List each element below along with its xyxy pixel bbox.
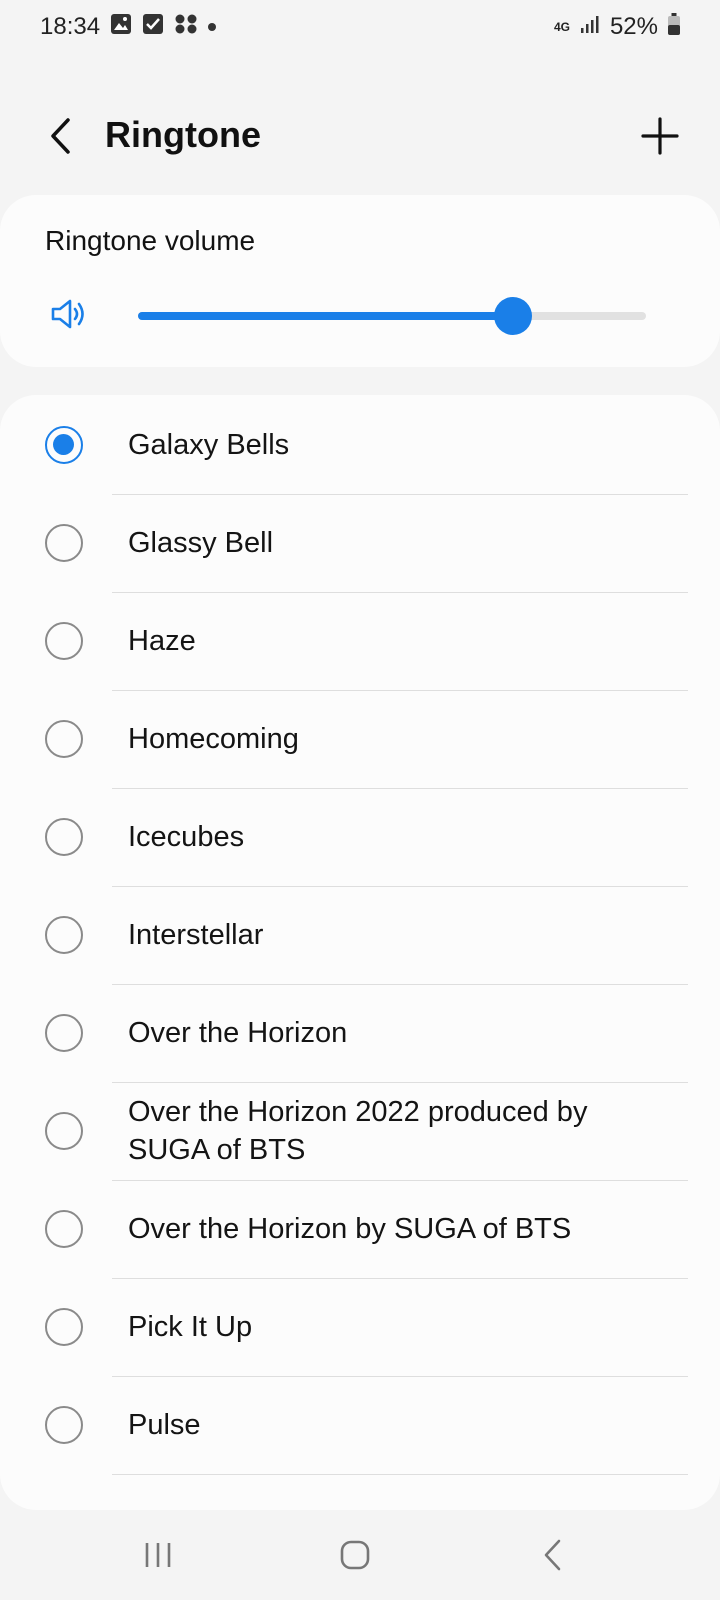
ringtone-item[interactable]: Homecoming [0, 689, 720, 789]
ringtone-label: Over the Horizon [128, 1017, 348, 1049]
nav-back-button[interactable] [522, 1530, 582, 1580]
home-icon [340, 1540, 370, 1570]
ringtone-radio[interactable] [45, 1112, 83, 1150]
home-button[interactable] [325, 1530, 385, 1580]
network-type: 4G [553, 20, 570, 34]
battery-icon [668, 12, 680, 42]
ringtone-label: Over the Horizon 2022 produced by SUGA o… [128, 1096, 588, 1166]
ringtone-radio[interactable] [45, 524, 83, 562]
recents-button[interactable] [128, 1530, 188, 1580]
ringtone-radio[interactable] [45, 916, 83, 954]
ringtone-radio[interactable] [45, 1406, 83, 1444]
ringtone-radio[interactable] [45, 1210, 83, 1248]
ringtone-label: Galaxy Bells [128, 429, 290, 461]
navigation-bar [0, 1510, 720, 1600]
ringtone-list: Galaxy Bells Glassy Bell Haze Homecoming Ice… [0, 395, 720, 1510]
ringtone-item[interactable]: Galaxy Bells [0, 395, 720, 495]
page-title: Ringtone [105, 114, 261, 155]
volume-slider-thumb[interactable] [493, 297, 532, 335]
ringtone-radio[interactable] [45, 1308, 83, 1346]
notification-dot-icon [208, 23, 217, 31]
volume-card: Ringtone volume [0, 195, 720, 367]
ringtone-radio[interactable] [45, 818, 83, 856]
divider [112, 1473, 688, 1475]
ringtone-radio[interactable] [45, 1014, 83, 1052]
ringtone-label: Haze [128, 625, 196, 657]
status-bar: 18:34 4G 52% [0, 0, 720, 54]
ringtone-item[interactable]: Pulse [0, 1375, 720, 1475]
gallery-icon [110, 13, 132, 42]
ringtone-radio[interactable] [45, 622, 83, 660]
back-button[interactable] [40, 112, 80, 160]
ringtone-item[interactable]: Icecubes [0, 787, 720, 887]
ringtone-label: Glassy Bell [128, 527, 274, 559]
ringtone-label: Pulse [128, 1409, 201, 1441]
status-left: 18:34 [40, 13, 217, 42]
ringtone-label: Pick It Up [128, 1311, 253, 1343]
chevron-left-icon [51, 118, 70, 154]
ringtone-radio[interactable] [45, 426, 83, 464]
checkbox-icon [142, 13, 164, 42]
volume-slider[interactable] [138, 297, 646, 335]
ringtone-item[interactable]: Interstellar [0, 885, 720, 985]
status-time: 18:34 [40, 13, 101, 40]
ringtone-item[interactable]: Over the Horizon by SUGA of BTS [0, 1179, 720, 1279]
app-bar: Ringtone [0, 96, 720, 176]
battery-percent: 52% [609, 13, 658, 40]
ringtone-label: Over the Horizon by SUGA of BTS [128, 1213, 572, 1245]
ringtone-item[interactable]: Glassy Bell [0, 493, 720, 593]
ringtone-item[interactable]: Over the Horizon [0, 983, 720, 1083]
ringtone-item[interactable]: Haze [0, 591, 720, 691]
status-right: 4G 52% [553, 12, 680, 42]
ringtone-label: Interstellar [128, 919, 264, 951]
speaker-icon[interactable] [50, 298, 90, 335]
ringtone-radio[interactable] [45, 720, 83, 758]
add-ringtone-button[interactable] [636, 112, 684, 160]
apps-icon [174, 13, 198, 42]
signal-icon [580, 13, 600, 41]
plus-icon [641, 117, 679, 155]
back-icon [544, 1539, 561, 1571]
ringtone-item[interactable]: Over the Horizon 2022 produced by SUGA o… [0, 1081, 720, 1181]
recents-icon [145, 1543, 171, 1567]
ringtone-label: Homecoming [128, 723, 299, 755]
ringtone-label: Icecubes [128, 821, 245, 853]
ringtone-item[interactable]: Pick It Up [0, 1277, 720, 1377]
volume-slider-fill [138, 312, 513, 320]
volume-label: Ringtone volume [45, 225, 256, 256]
